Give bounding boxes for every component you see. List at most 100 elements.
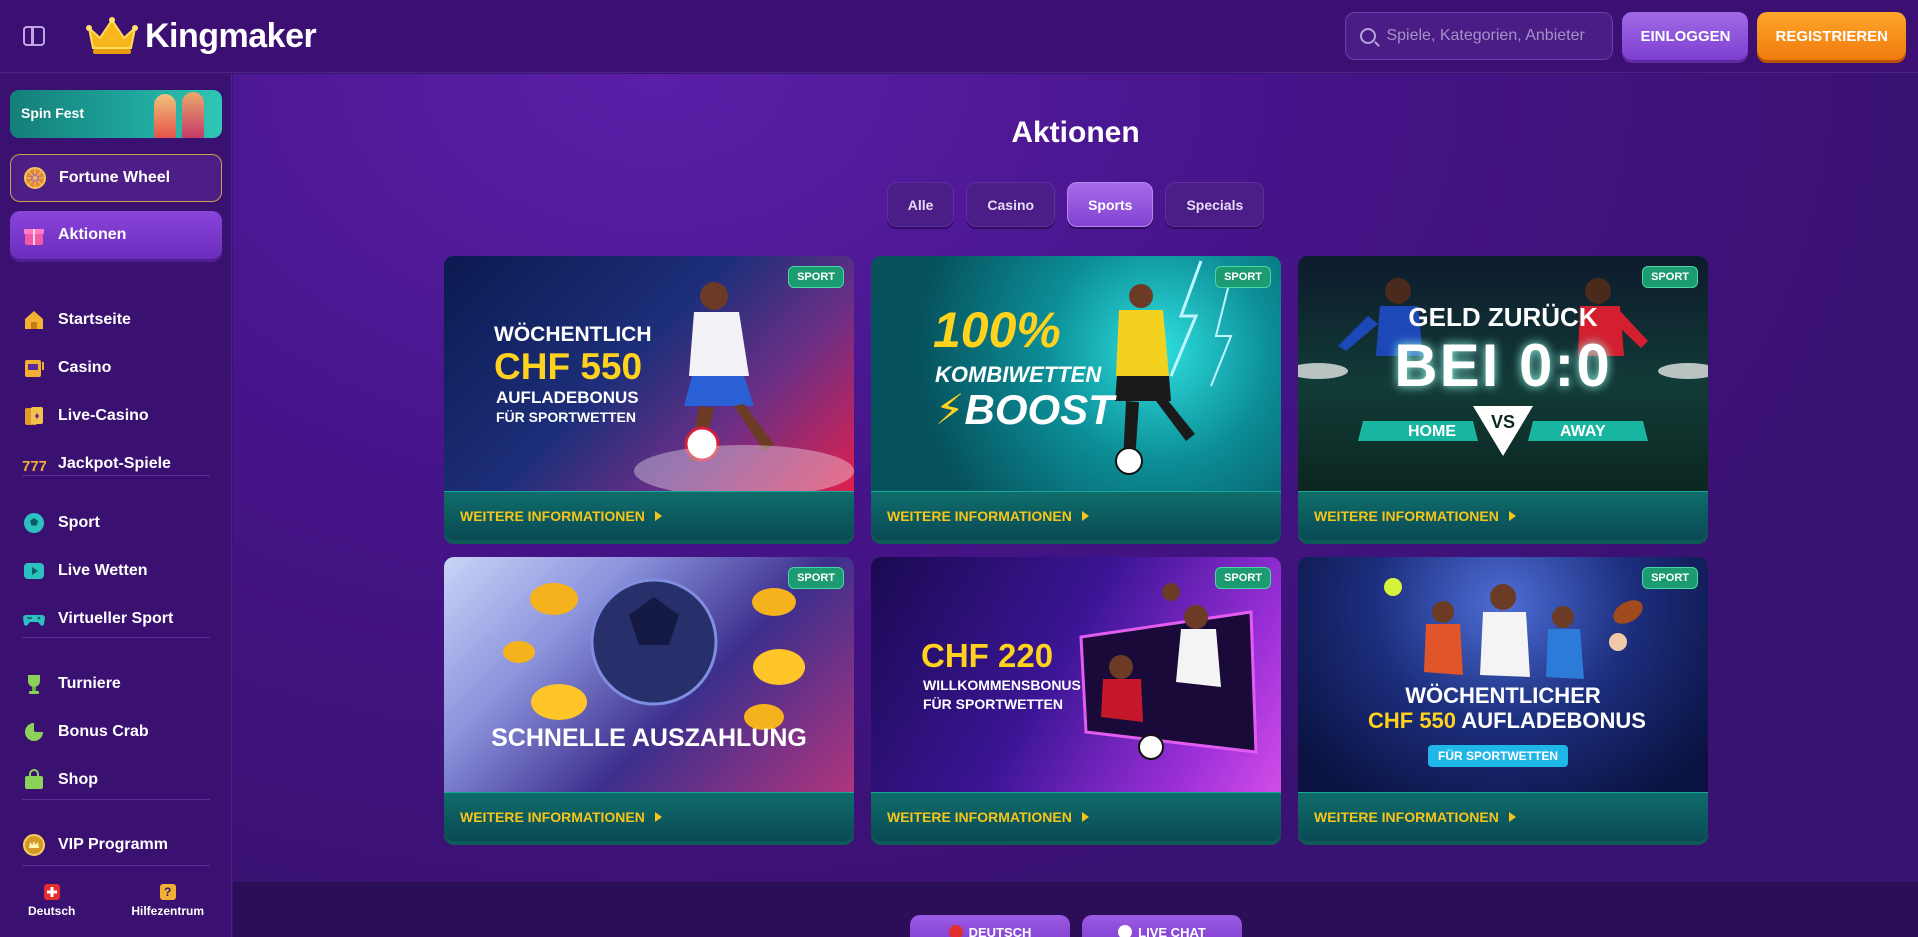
more-info-link[interactable]: WEITERE INFORMATIONEN <box>1298 792 1708 841</box>
promo-headline: WÖCHENTLICH <box>494 323 652 346</box>
main-content: Aktionen Alle Casino Sports Specials WÖC… <box>233 74 1918 937</box>
sidebar-divider <box>22 865 210 866</box>
search-input[interactable] <box>1386 27 1599 45</box>
sidebar-item-label: Virtueller Sport <box>58 610 174 627</box>
sport-badge: SPORT <box>1642 266 1698 288</box>
promo-card[interactable]: CHF 220 WILLKOMMENSBONUS FÜR SPORTWETTEN… <box>871 557 1281 841</box>
swiss-flag-icon <box>948 925 963 937</box>
live-chat-button[interactable]: LIVE CHAT <box>1082 915 1242 937</box>
more-info-label: WEITERE INFORMATIONEN <box>887 809 1072 825</box>
more-info-link[interactable]: WEITERE INFORMATIONEN <box>871 491 1281 540</box>
sidebar-item-shop[interactable]: Shop <box>22 766 98 794</box>
sidebar-divider <box>22 475 210 476</box>
promo-banner-image: SCHNELLE AUSZAHLUNG <box>444 557 854 792</box>
promo-subline: KOMBIWETTEN <box>935 362 1102 387</box>
sidebar-item-label: Sport <box>58 514 100 531</box>
sidebar-item-turniere[interactable]: Turniere <box>22 670 121 698</box>
sidebar-item-vip[interactable]: VIP Programm <box>22 831 168 859</box>
more-info-label: WEITERE INFORMATIONEN <box>460 508 645 524</box>
more-info-link[interactable]: WEITERE INFORMATIONEN <box>444 491 854 540</box>
aktionen-label: Aktionen <box>58 226 127 243</box>
ball-coins-illustration <box>503 578 805 730</box>
more-info-link[interactable]: WEITERE INFORMATIONEN <box>1298 491 1708 540</box>
promo-card[interactable]: SCHNELLE AUSZAHLUNG SPORT WEITERE INFORM… <box>444 557 854 841</box>
logo[interactable]: Kingmaker <box>85 16 317 56</box>
promo-headline: GELD ZURÜCK <box>1408 302 1598 332</box>
promo-subline: FÜR SPORTWETTEN <box>496 409 636 425</box>
search-icon <box>1360 28 1377 44</box>
sidebar-item-live-casino[interactable]: Live-Casino <box>22 402 149 430</box>
more-info-label: WEITERE INFORMATIONEN <box>1314 508 1499 524</box>
sidebar-divider <box>22 637 210 638</box>
fortune-wheel-icon <box>24 167 46 189</box>
login-button[interactable]: EINLOGGEN <box>1622 12 1749 60</box>
promo-subline: AUFLADEBONUS <box>496 388 639 407</box>
more-info-label: WEITERE INFORMATIONEN <box>1314 809 1499 825</box>
help-center-link[interactable]: ? Hilfezentrum <box>131 884 204 918</box>
promo-amount: CHF 550 <box>1368 708 1457 733</box>
svg-text:777: 777 <box>22 458 46 475</box>
filter-tabs: Alle Casino Sports Specials <box>233 182 1918 227</box>
sport-badge: SPORT <box>1215 266 1271 288</box>
away-label: AWAY <box>1560 423 1606 440</box>
logo-text: Kingmaker <box>145 16 317 55</box>
sidebar-item-jackpot[interactable]: 777 Jackpot-Spiele <box>22 450 171 478</box>
sidebar-item-startseite[interactable]: Startseite <box>22 306 131 334</box>
crown-logo-icon <box>85 16 139 56</box>
gamepad-icon <box>23 615 45 626</box>
sidebar-item-bonus-crab[interactable]: Bonus Crab <box>22 718 149 746</box>
sidebar-item-sport[interactable]: Sport <box>22 509 100 537</box>
promo-banner-image: 100% KOMBIWETTEN ⚡BOOST <box>871 256 1281 491</box>
sport-badge: SPORT <box>788 266 844 288</box>
promo-card[interactable]: 100% KOMBIWETTEN ⚡BOOST SPORT WEITERE IN… <box>871 256 1281 540</box>
play-arrow-icon <box>1081 812 1089 822</box>
promo-headline: WÖCHENTLICHER <box>1405 683 1601 708</box>
tab-casino[interactable]: Casino <box>966 182 1056 227</box>
slot-machine-icon <box>25 360 44 377</box>
promo-card[interactable]: WÖCHENTLICH CHF 550 AUFLADEBONUS FÜR SPO… <box>444 256 854 540</box>
vip-crown-icon <box>23 834 45 856</box>
search-box[interactable] <box>1345 12 1614 60</box>
aktionen-button[interactable]: Aktionen <box>10 211 222 259</box>
top-header: Kingmaker EINLOGGEN REGISTRIEREN <box>0 0 1918 73</box>
sport-badge: SPORT <box>1215 567 1271 589</box>
promo-amount: 100% <box>933 302 1061 358</box>
promo-amount: BEI 0:0 <box>1394 332 1612 399</box>
register-button[interactable]: REGISTRIEREN <box>1757 12 1906 60</box>
sidebar-item-label: Casino <box>58 359 112 376</box>
tab-specials[interactable]: Specials <box>1165 182 1265 227</box>
promo-headline: SCHNELLE AUSZAHLUNG <box>491 724 807 752</box>
fortune-wheel-button[interactable]: Fortune Wheel <box>10 154 222 202</box>
help-question-icon: ? <box>159 884 176 900</box>
sidebar-divider <box>22 799 210 800</box>
help-label: Hilfezentrum <box>131 904 204 918</box>
promo-card[interactable]: WÖCHENTLICHER CHF 550 AUFLADEBONUS FÜR S… <box>1298 557 1708 841</box>
spin-fest-banner[interactable]: Spin Fest <box>10 90 222 138</box>
promo-banner-image: CHF 220 WILLKOMMENSBONUS FÜR SPORTWETTEN <box>871 557 1281 792</box>
sidebar-item-label: Turniere <box>58 675 121 692</box>
more-info-link[interactable]: WEITERE INFORMATIONEN <box>871 792 1281 841</box>
promo-banner-image: WÖCHENTLICHER CHF 550 AUFLADEBONUS FÜR S… <box>1298 557 1708 792</box>
promo-subline: WILLKOMMENSBONUS <box>923 677 1081 693</box>
language-footer-label: DEUTSCH <box>968 925 1032 937</box>
sidebar-item-label: Bonus Crab <box>58 723 149 740</box>
play-arrow-icon <box>1508 812 1516 822</box>
spin-fest-label: Spin Fest <box>21 105 85 121</box>
tab-sports[interactable]: Sports <box>1067 182 1154 227</box>
promo-card[interactable]: GELD ZURÜCK BEI 0:0 HOME VS AWAY SPORT W… <box>1298 256 1708 540</box>
tab-alle[interactable]: Alle <box>886 182 955 227</box>
promo-headline: ⚡BOOST <box>935 386 1114 433</box>
more-info-link[interactable]: WEITERE INFORMATIONEN <box>444 792 854 841</box>
sidebar-toggle-icon[interactable] <box>23 26 45 46</box>
promo-tag: FÜR SPORTWETTEN <box>1428 745 1568 767</box>
language-selector[interactable]: Deutsch <box>28 884 75 918</box>
promo-amount: CHF 550 <box>494 346 643 387</box>
sidebar-item-virtueller-sport[interactable]: Virtueller Sport <box>22 605 173 633</box>
sidebar-item-live-wetten[interactable]: Live Wetten <box>22 557 148 585</box>
sidebar-item-label: Live-Casino <box>58 407 149 424</box>
sport-badge: SPORT <box>788 567 844 589</box>
language-footer-button[interactable]: DEUTSCH <box>910 915 1070 937</box>
cards-icon <box>25 407 43 425</box>
swiss-flag-icon <box>43 884 60 900</box>
sidebar-item-casino[interactable]: Casino <box>22 354 111 382</box>
